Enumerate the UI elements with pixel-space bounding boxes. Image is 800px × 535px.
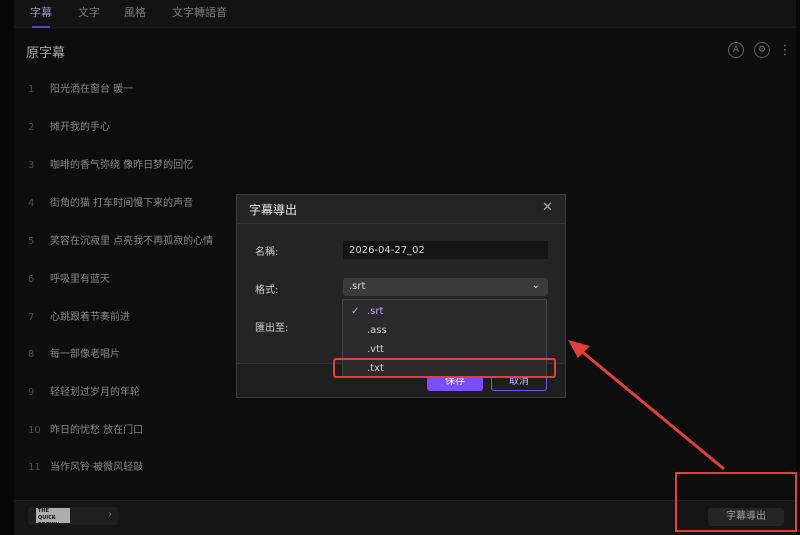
divider [237,223,565,224]
option-label: .ass [367,325,387,336]
format-select-value: .srt [349,281,366,292]
option-label: .srt [367,306,384,317]
export-to-label: 匯出至: [255,323,289,334]
format-select[interactable]: .srt ⌄ [343,278,548,296]
check-icon: ✓ [351,306,360,317]
chevron-down-icon: ⌄ [531,280,540,291]
format-option-srt[interactable]: ✓ .srt [343,302,546,321]
name-input[interactable] [343,241,548,259]
format-option-ass[interactable]: .ass [343,321,546,340]
dialog-title: 字幕導出 [249,203,298,217]
name-label: 名稱: [255,247,279,258]
close-icon[interactable]: ✕ [542,200,553,215]
option-label: .vtt [367,344,384,355]
export-button-highlight-box [675,472,797,532]
txt-highlight-box [333,358,556,378]
format-label: 格式: [255,285,279,296]
format-option-vtt[interactable]: .vtt [343,340,546,359]
